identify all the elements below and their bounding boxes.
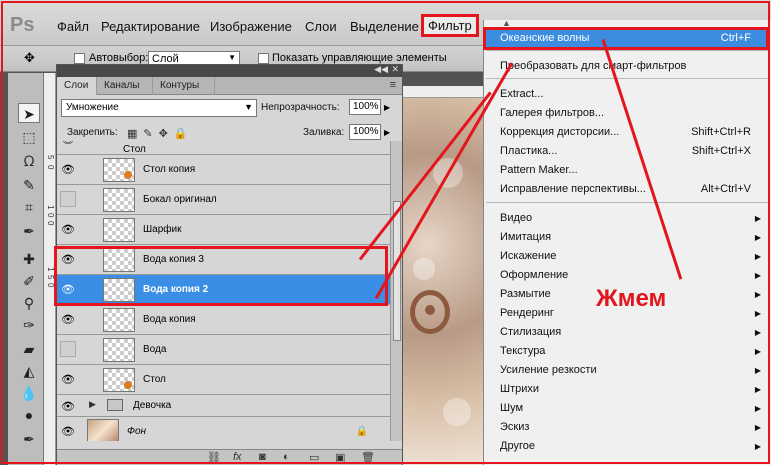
annotation-label: Жмем (596, 285, 667, 312)
annotation-frame (1, 1, 770, 464)
photoshop-window: Ps Файл Редактирование Изображение Слои … (0, 0, 771, 465)
